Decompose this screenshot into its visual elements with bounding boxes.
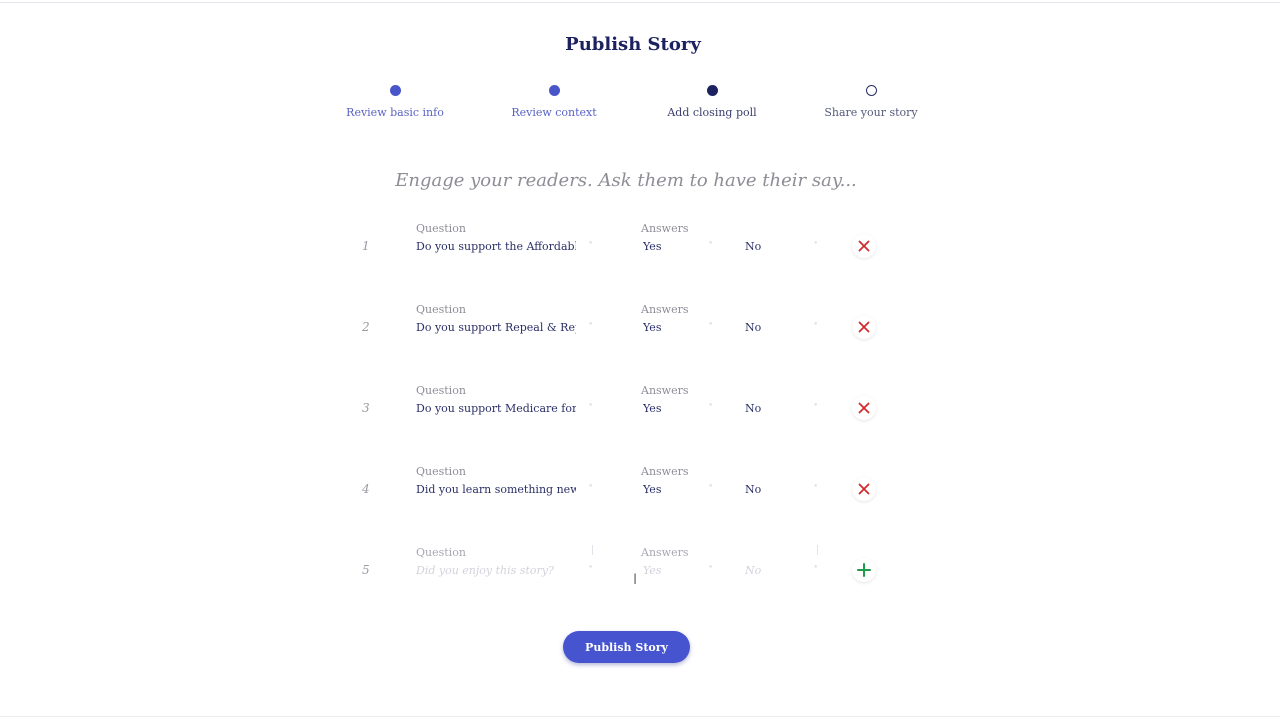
poll-question-row: 3 Question Answers • • • — [0, 384, 1280, 444]
char-counter: • — [588, 401, 594, 411]
new-answer-2-input[interactable] — [745, 562, 805, 578]
question-number: 2 — [362, 320, 370, 334]
text-cursor-icon: I — [633, 572, 638, 588]
char-counter: • — [813, 482, 819, 492]
close-icon — [858, 483, 870, 495]
answer-1-input[interactable] — [643, 319, 703, 335]
remove-question-button[interactable] — [852, 315, 876, 339]
char-counter: • — [813, 239, 819, 249]
char-counter: • — [813, 320, 819, 330]
question-label: Question — [416, 465, 466, 478]
question-number: 1 — [362, 239, 370, 253]
poll-question-row: 4 Question Answers • • • — [0, 465, 1280, 525]
answer-1-input[interactable] — [643, 481, 703, 497]
field-marker — [592, 545, 593, 555]
question-input[interactable] — [416, 400, 576, 416]
question-number: 3 — [362, 401, 370, 415]
add-question-button[interactable] — [852, 558, 876, 582]
question-label: Question — [416, 303, 466, 316]
step-label: Review basic info — [346, 106, 444, 119]
step-label: Review context — [511, 106, 597, 119]
remove-question-button[interactable] — [852, 234, 876, 258]
new-question-row: 5 Question Answers • • • — [0, 545, 1280, 606]
answer-2-input[interactable] — [745, 238, 805, 254]
char-counter: • — [708, 239, 714, 249]
answers-label: Answers — [641, 546, 689, 559]
question-label: Question — [416, 546, 466, 559]
close-icon — [858, 402, 870, 414]
question-input[interactable] — [416, 238, 576, 254]
char-counter: • — [708, 401, 714, 411]
question-number: 4 — [362, 482, 370, 496]
question-input[interactable] — [416, 481, 576, 497]
answers-label: Answers — [641, 303, 689, 316]
char-counter: • — [588, 320, 594, 330]
poll-prompt: Engage your readers. Ask them to have th… — [395, 170, 857, 191]
answer-2-input[interactable] — [745, 400, 805, 416]
close-icon — [858, 321, 870, 333]
new-question-input[interactable] — [416, 562, 576, 578]
new-answer-1-input[interactable] — [643, 562, 703, 578]
answer-1-input[interactable] — [643, 238, 703, 254]
answers-label: Answers — [641, 465, 689, 478]
char-counter: • — [708, 563, 714, 573]
answer-2-input[interactable] — [745, 481, 805, 497]
question-label: Question — [416, 222, 466, 235]
answer-1-input[interactable] — [643, 400, 703, 416]
top-divider — [0, 2, 1280, 3]
close-icon — [858, 240, 870, 252]
page-title: Publish Story — [565, 34, 701, 55]
field-marker — [817, 545, 818, 555]
answers-label: Answers — [641, 384, 689, 397]
char-counter: • — [708, 482, 714, 492]
answer-2-input[interactable] — [745, 319, 805, 335]
step-label: Add closing poll — [667, 106, 757, 119]
char-counter: • — [588, 563, 594, 573]
char-counter: • — [813, 401, 819, 411]
char-counter: • — [588, 482, 594, 492]
char-counter: • — [708, 320, 714, 330]
poll-question-row: 1 Question Answers • • • — [0, 222, 1280, 282]
answers-label: Answers — [641, 222, 689, 235]
step-add-closing-poll[interactable]: Add closing poll — [632, 84, 792, 119]
step-dot-done — [389, 85, 401, 96]
plus-icon — [857, 563, 871, 577]
remove-question-button[interactable] — [852, 477, 876, 501]
progress-stepper: Review basic info Review context Add clo… — [0, 84, 1280, 124]
step-review-basic-info[interactable]: Review basic info — [315, 84, 475, 119]
step-review-context[interactable]: Review context — [474, 84, 634, 119]
bottom-divider — [0, 716, 1280, 717]
step-label: Share your story — [824, 106, 918, 119]
question-number: 5 — [362, 563, 370, 577]
step-dot-current — [706, 85, 718, 96]
remove-question-button[interactable] — [852, 396, 876, 420]
char-counter: • — [588, 239, 594, 249]
question-input[interactable] — [416, 319, 576, 335]
step-dot-todo — [865, 85, 877, 96]
poll-question-row: 2 Question Answers • • • — [0, 303, 1280, 363]
publish-story-button[interactable]: Publish Story — [563, 631, 690, 663]
step-dot-done — [548, 85, 560, 96]
question-label: Question — [416, 384, 466, 397]
char-counter: • — [813, 563, 819, 573]
step-share-your-story[interactable]: Share your story — [791, 84, 951, 119]
